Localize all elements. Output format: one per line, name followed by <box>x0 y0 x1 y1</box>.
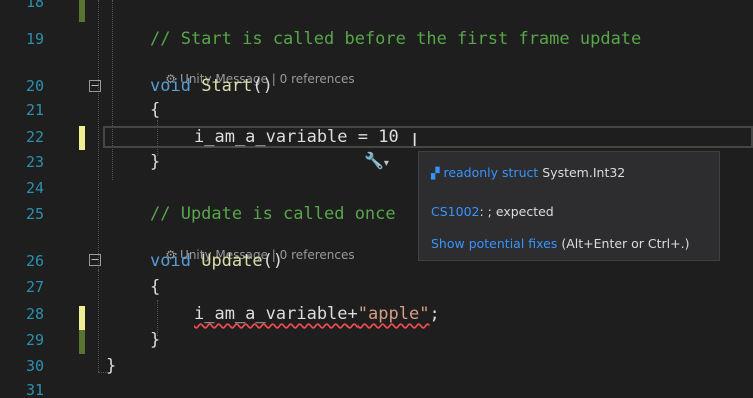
code-line-28: 28 i_am_a_variable+"apple"; <box>0 302 753 326</box>
error-squiggle[interactable]: i_am_a_variable+"apple" <box>194 304 429 324</box>
show-fixes-link[interactable]: Show potential fixes <box>431 236 557 251</box>
code-line-20: 20 void Start() <box>0 74 753 98</box>
identifier: i_am_a_variable <box>194 127 348 147</box>
code-line-27: 27 { <box>0 275 753 299</box>
keyword: void <box>150 76 191 96</box>
type-keyword[interactable]: readonly struct <box>443 165 538 180</box>
line-number: 28 <box>25 305 44 323</box>
fix-shortcut: (Alt+Enter or Ctrl+.) <box>557 236 690 251</box>
line-number: 25 <box>25 205 44 223</box>
method-name: Update <box>201 251 263 271</box>
line-number: 22 <box>25 128 44 146</box>
line-number: 27 <box>25 278 44 296</box>
code-line-22: 22 i_am_a_variable = 10 <box>0 125 753 149</box>
operator: + <box>347 304 358 324</box>
statement: i_am_a_variable+"apple"; <box>194 302 440 326</box>
line-number: 30 <box>25 357 44 375</box>
line-number: 20 <box>25 77 44 95</box>
method-name: Start <box>201 76 253 96</box>
fix-info: Show potential fixes (Alt+Enter or Ctrl+… <box>431 236 689 251</box>
type-name: System.Int32 <box>542 165 626 180</box>
comment: // Start is called before the first fram… <box>150 29 642 49</box>
statement: i_am_a_variable = 10 <box>194 125 399 149</box>
error-info: CS1002: ; expected <box>431 204 554 219</box>
ibeam-cursor-icon: I <box>412 130 418 151</box>
brace: } <box>106 356 117 376</box>
type-info: ▞ readonly struct System.Int32 <box>431 165 625 180</box>
brace: } <box>150 330 161 350</box>
quick-actions-button[interactable]: 🔧▾ <box>364 151 389 170</box>
keyword: void <box>150 251 191 271</box>
quick-info-tooltip: ▞ readonly struct System.Int32 CS1002: ;… <box>418 151 720 261</box>
screwdriver-icon: 🔧 <box>364 151 384 170</box>
brace: { <box>150 100 161 120</box>
line-number: 21 <box>25 101 44 119</box>
line-number: 31 <box>25 381 44 398</box>
line-number: 24 <box>25 179 44 197</box>
code-line-21: 21 { <box>0 98 753 122</box>
method-signature: void Update() <box>150 249 283 273</box>
line-number: 23 <box>25 153 44 171</box>
code-line-31: 31 <box>0 378 753 398</box>
comment: // Update is called once <box>150 204 396 224</box>
semicolon: ; <box>429 304 440 324</box>
struct-icon: ▞ <box>431 167 440 180</box>
punctuation: () <box>252 76 273 96</box>
error-message: : ; expected <box>479 204 554 219</box>
line-number: 18 <box>25 0 44 11</box>
error-code-link[interactable]: CS1002 <box>431 204 479 219</box>
code-line-29: 29 } <box>0 328 753 352</box>
code-editor[interactable]: − − 18 19 // Start is called before the … <box>0 0 753 398</box>
punctuation: () <box>262 251 284 271</box>
code-line-30: 30 } <box>0 354 753 378</box>
method-signature: void Start() <box>150 74 273 98</box>
chevron-down-icon: ▾ <box>383 158 389 169</box>
brace: } <box>150 152 161 172</box>
code-line-18: 18 <box>0 0 753 14</box>
brace: { <box>150 277 161 297</box>
code-line-19: 19 // Start is called before the first f… <box>0 27 753 51</box>
assignment: = 10 <box>347 127 399 147</box>
line-number: 26 <box>25 252 44 270</box>
line-number: 19 <box>25 30 44 48</box>
line-number: 29 <box>25 331 44 349</box>
identifier: i_am_a_variable <box>194 304 348 324</box>
string-literal: "apple" <box>357 304 430 324</box>
